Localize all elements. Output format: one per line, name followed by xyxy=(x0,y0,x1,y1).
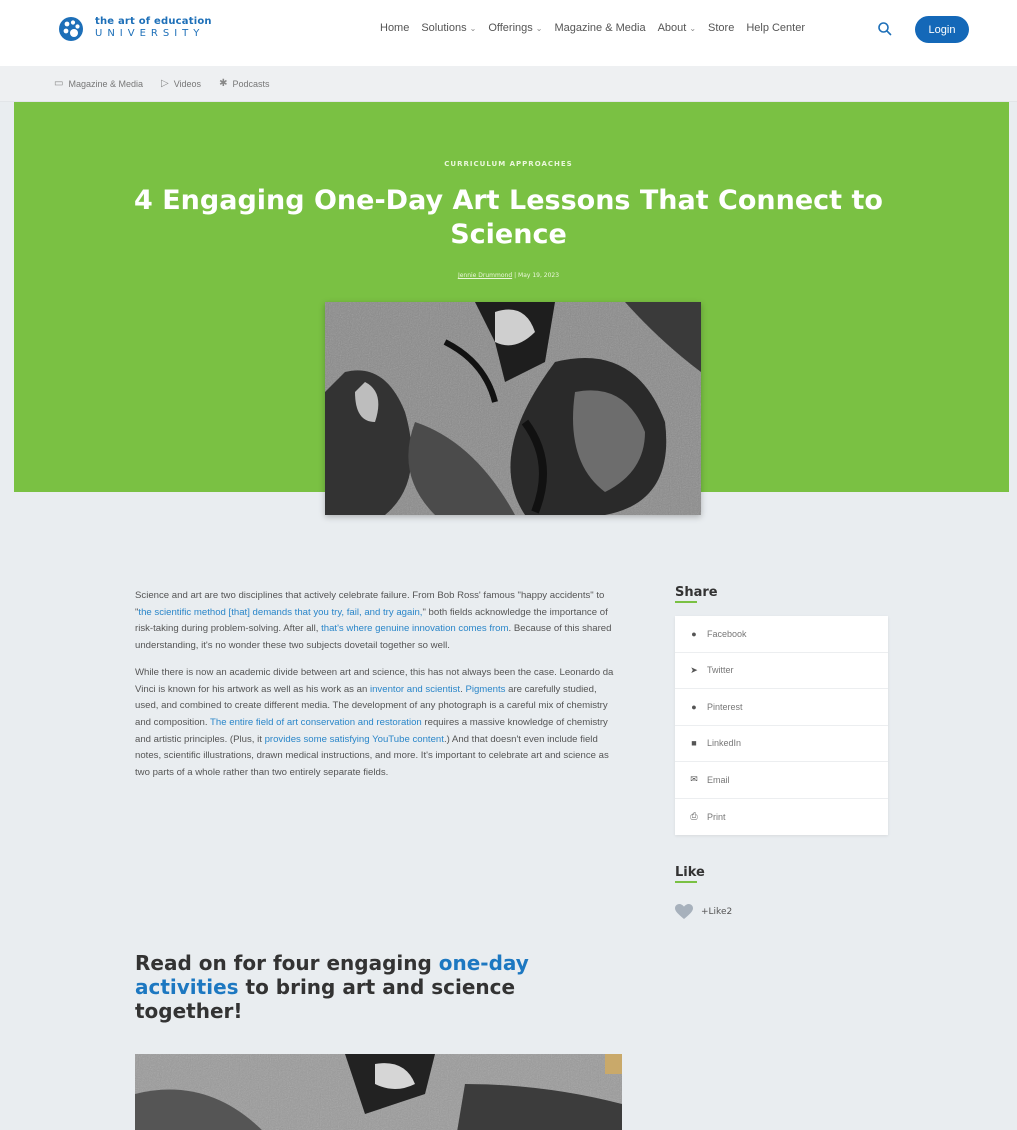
inline-link[interactable]: The entire field of art conservation and… xyxy=(210,717,422,728)
author-link[interactable]: Jennie Drummond xyxy=(458,272,512,279)
site-logo[interactable]: the art of education UNIVERSITY xyxy=(57,14,212,42)
logo-text-line1: the art of education xyxy=(95,16,212,27)
nav-item-home[interactable]: Home xyxy=(380,22,409,34)
article-body: Science and art are two disciplines that… xyxy=(135,588,622,792)
inline-link[interactable]: provides some satisfying YouTube content xyxy=(265,734,444,745)
media-subnav: ▭ Magazine & Media ▷ Videos ✱ Podcasts xyxy=(0,66,1017,102)
logo-text-line2: UNIVERSITY xyxy=(95,28,205,39)
publish-date: May 19, 2023 xyxy=(518,272,560,279)
inline-link[interactable]: the scientific method [that] demands tha… xyxy=(138,607,422,618)
search-icon[interactable] xyxy=(876,20,894,38)
nav-item-solutions[interactable]: Solutions ⌄ xyxy=(421,22,476,34)
nav-item-store[interactable]: Store xyxy=(708,22,734,34)
like-heading: Like xyxy=(675,865,705,883)
inline-link[interactable]: Pigments xyxy=(465,684,505,695)
share-email-button[interactable]: ✉ Email xyxy=(675,762,888,799)
nav-item-about[interactable]: About ⌄ xyxy=(658,22,696,34)
inline-link[interactable]: that's where genuine innovation comes fr… xyxy=(321,623,508,634)
share-twitter-button[interactable]: ➤ Twitter xyxy=(675,653,888,689)
login-button[interactable]: Login xyxy=(915,16,969,43)
podcast-icon: ✱ xyxy=(219,78,228,89)
chevron-down-icon: ⌄ xyxy=(469,24,477,33)
nav-item-help-center[interactable]: Help Center xyxy=(746,22,805,34)
pinterest-icon: ● xyxy=(691,701,697,712)
main-nav: Home Solutions ⌄ Offerings ⌄ Magazine & Media… xyxy=(380,22,817,34)
like-button[interactable]: +Like2 xyxy=(675,904,732,920)
site-header: the art of education UNIVERSITY Home Solu… xyxy=(0,0,1017,66)
article-paragraph-1: Science and art are two disciplines that… xyxy=(135,588,622,655)
share-heading: Share xyxy=(675,585,718,603)
article-byline: Jennie Drummond | May 19, 2023 xyxy=(0,272,1017,279)
facebook-icon: ● xyxy=(691,628,697,639)
nav-item-offerings[interactable]: Offerings ⌄ xyxy=(488,22,542,34)
logo-icon xyxy=(59,17,83,41)
article-category[interactable]: CURRICULUM APPROACHES xyxy=(0,160,1017,168)
like-count: +Like2 xyxy=(701,907,733,917)
hero-artwork-image xyxy=(325,302,701,515)
article-subheading: Read on for four engaging one-day activi… xyxy=(135,951,529,1023)
magazine-icon: ▭ xyxy=(54,78,64,89)
share-facebook-button[interactable]: ● Facebook xyxy=(675,616,888,653)
article-paragraph-2: While there is now an academic divide be… xyxy=(135,665,622,782)
article-title: 4 Engaging One-Day Art Lessons That Conn… xyxy=(134,185,883,250)
play-icon: ▷ xyxy=(161,78,169,89)
chevron-down-icon: ⌄ xyxy=(535,24,543,33)
share-linkedin-button[interactable]: ■ LinkedIn xyxy=(675,726,888,762)
inline-link[interactable]: inventor and scientist xyxy=(370,684,460,695)
share-print-button[interactable]: ⎙ Print xyxy=(675,799,888,836)
twitter-icon: ➤ xyxy=(690,664,698,675)
heart-icon xyxy=(675,904,693,919)
print-icon: ⎙ xyxy=(690,811,698,822)
article-image-2 xyxy=(135,1054,622,1130)
share-pinterest-button[interactable]: ● Pinterest xyxy=(675,689,888,726)
subnav-item-podcasts[interactable]: ✱ Podcasts xyxy=(219,78,269,89)
nav-item-magazine-media[interactable]: Magazine & Media xyxy=(554,22,645,34)
chevron-down-icon: ⌄ xyxy=(689,24,697,33)
email-icon: ✉ xyxy=(690,774,698,785)
subnav-item-magazine-media[interactable]: ▭ Magazine & Media xyxy=(54,78,143,89)
subnav-item-videos[interactable]: ▷ Videos xyxy=(161,78,201,89)
linkedin-icon: ■ xyxy=(691,738,697,749)
share-list: ● Facebook ➤ Twitter ● Pinterest ■ LinkedIn ✉ Ema… xyxy=(675,616,888,835)
